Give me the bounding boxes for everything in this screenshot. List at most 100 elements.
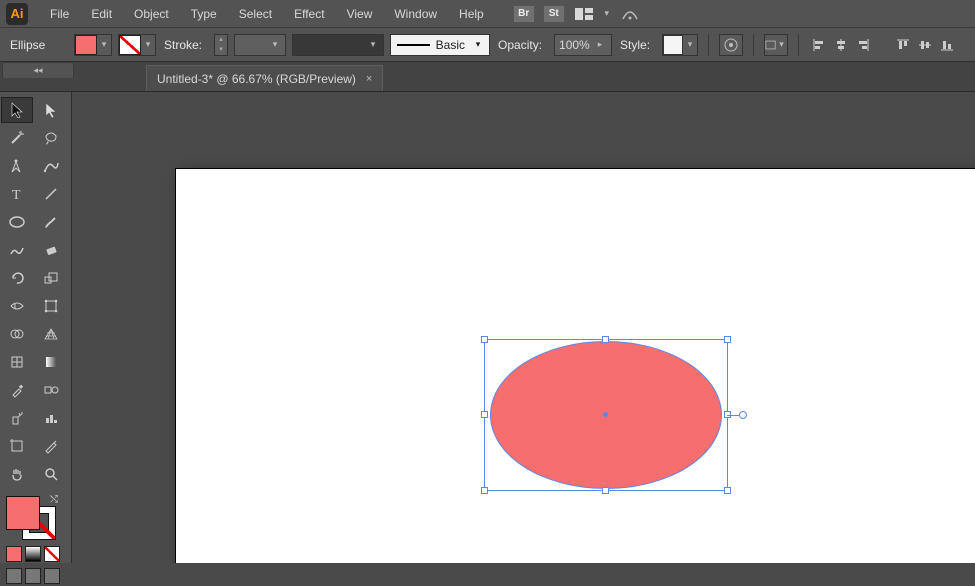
color-mode-button[interactable]: [6, 546, 22, 562]
main-area: T: [0, 92, 975, 563]
scale-tool[interactable]: [35, 265, 67, 291]
none-mode-button[interactable]: [44, 546, 60, 562]
gpu-preview-icon[interactable]: [618, 5, 642, 23]
close-icon[interactable]: ×: [366, 73, 372, 85]
mesh-tool[interactable]: [1, 349, 33, 375]
perspective-grid-tool[interactable]: [35, 321, 67, 347]
align-bottom-button[interactable]: [937, 35, 957, 55]
align-to-dropdown[interactable]: ▾: [764, 34, 788, 56]
column-graph-tool[interactable]: [35, 405, 67, 431]
fill-swatch-icon: [75, 35, 97, 55]
document-tab-label: Untitled-3* @ 66.67% (RGB/Preview): [157, 72, 356, 86]
shaper-tool[interactable]: [1, 237, 33, 263]
stroke-swatch-dropdown[interactable]: ▾: [118, 34, 156, 56]
workspace[interactable]: [72, 92, 975, 563]
chevron-down-icon: ▾: [471, 35, 485, 55]
align-vertical-group: [893, 35, 957, 55]
align-left-button[interactable]: [809, 35, 829, 55]
menu-type[interactable]: Type: [181, 3, 227, 25]
magic-wand-tool[interactable]: [1, 125, 33, 151]
brush-definition-dropdown[interactable]: Basic ▾: [390, 34, 490, 56]
bridge-link-icon[interactable]: Br: [513, 5, 535, 23]
hand-tool[interactable]: [1, 461, 33, 487]
style-swatch-icon: [663, 35, 683, 55]
menubar: Ai File Edit Object Type Select Effect V…: [0, 0, 975, 28]
menu-effect[interactable]: Effect: [284, 3, 334, 25]
stock-link-icon[interactable]: St: [543, 5, 565, 23]
brush-stroke-icon: [397, 44, 430, 46]
artboard-tool[interactable]: [1, 433, 33, 459]
direct-selection-tool[interactable]: [35, 97, 67, 123]
slice-tool[interactable]: [35, 433, 67, 459]
chevron-down-icon: ▾: [683, 35, 697, 55]
svg-text:T: T: [12, 188, 21, 202]
screen-mode-row: [0, 564, 71, 586]
opacity-input[interactable]: 100% ▸: [554, 34, 612, 56]
stroke-label: Stroke:: [162, 38, 208, 52]
chevron-right-icon: ▸: [593, 35, 607, 55]
draw-normal-button[interactable]: [6, 568, 22, 584]
menu-view[interactable]: View: [337, 3, 383, 25]
arrange-documents-icon[interactable]: [572, 5, 596, 23]
separator: [798, 34, 799, 56]
gradient-mode-button[interactable]: [25, 546, 41, 562]
rotate-tool[interactable]: [1, 265, 33, 291]
separator: [708, 34, 709, 56]
swap-fill-stroke-icon[interactable]: ⤭: [50, 494, 58, 505]
align-hcenter-button[interactable]: [831, 35, 851, 55]
free-transform-tool[interactable]: [35, 293, 67, 319]
menu-edit[interactable]: Edit: [81, 3, 122, 25]
app-logo: Ai: [6, 3, 28, 25]
fill-swatch-dropdown[interactable]: ▾: [74, 34, 112, 56]
stroke-swatch-icon: [119, 35, 141, 55]
shape-builder-tool[interactable]: [1, 321, 33, 347]
draw-inside-button[interactable]: [44, 568, 60, 584]
chevron-down-icon: ▾: [141, 35, 155, 55]
opacity-value: 100%: [559, 38, 590, 52]
brush-label: Basic: [436, 38, 465, 52]
separator: [753, 34, 754, 56]
align-vcenter-button[interactable]: [915, 35, 935, 55]
ellipse-shape[interactable]: [490, 341, 722, 489]
align-top-button[interactable]: [893, 35, 913, 55]
menu-window[interactable]: Window: [384, 3, 447, 25]
zoom-tool[interactable]: [35, 461, 67, 487]
arrange-documents-caret-icon[interactable]: ▾: [600, 4, 614, 24]
paintbrush-tool[interactable]: [35, 209, 67, 235]
menu-help[interactable]: Help: [449, 3, 494, 25]
chevron-down-icon: ▾: [776, 35, 787, 55]
fill-stroke-indicator[interactable]: ⤭: [6, 496, 56, 540]
toolpanel-collapse-handle[interactable]: ◂◂: [2, 62, 74, 78]
menu-file[interactable]: File: [40, 3, 79, 25]
document-tab[interactable]: Untitled-3* @ 66.67% (RGB/Preview) ×: [146, 65, 383, 91]
style-label: Style:: [618, 38, 656, 52]
recolor-artwork-button[interactable]: [719, 34, 743, 56]
stroke-weight-dropdown[interactable]: ▾: [234, 34, 286, 56]
selection-tool[interactable]: [1, 97, 33, 123]
eraser-tool[interactable]: [35, 237, 67, 263]
ellipse-tool[interactable]: [1, 209, 33, 235]
chevron-down-icon: ▾: [97, 35, 111, 55]
pen-tool[interactable]: [1, 153, 33, 179]
stroke-weight-stepper[interactable]: ▴▾: [214, 34, 228, 56]
fill-indicator-icon: [6, 496, 40, 530]
width-tool[interactable]: [1, 293, 33, 319]
tool-panel: T: [0, 92, 72, 563]
graphic-style-dropdown[interactable]: ▾: [662, 34, 698, 56]
variable-width-profile-dropdown[interactable]: ▾: [292, 34, 384, 56]
line-segment-tool[interactable]: [35, 181, 67, 207]
type-tool[interactable]: T: [1, 181, 33, 207]
menu-object[interactable]: Object: [124, 3, 179, 25]
curvature-tool[interactable]: [35, 153, 67, 179]
lasso-tool[interactable]: [35, 125, 67, 151]
draw-behind-button[interactable]: [25, 568, 41, 584]
menu-select[interactable]: Select: [229, 3, 282, 25]
opacity-label: Opacity:: [496, 38, 548, 52]
eyedropper-tool[interactable]: [1, 377, 33, 403]
align-right-button[interactable]: [853, 35, 873, 55]
tab-bar: ◂◂ Untitled-3* @ 66.67% (RGB/Preview) ×: [0, 62, 975, 92]
selection-type-label: Ellipse: [8, 38, 68, 52]
symbol-sprayer-tool[interactable]: [1, 405, 33, 431]
blend-tool[interactable]: [35, 377, 67, 403]
gradient-tool[interactable]: [35, 349, 67, 375]
